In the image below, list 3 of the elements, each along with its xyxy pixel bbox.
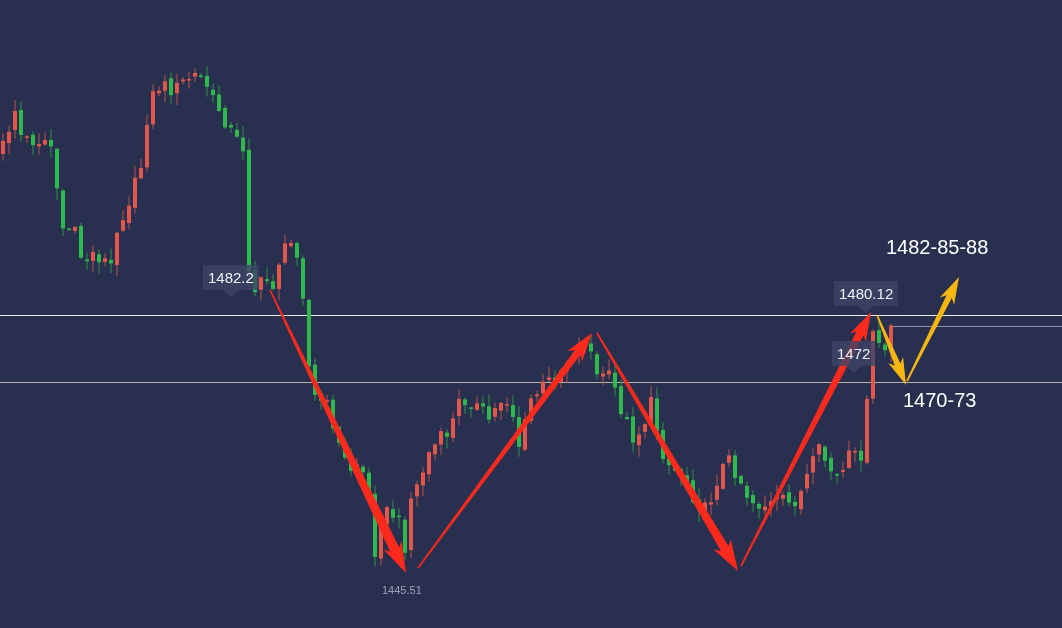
- target-price-label: 1482-85-88: [886, 235, 989, 259]
- target-price-label: 1470-73: [903, 388, 977, 412]
- low-price-label: 1445.51: [382, 583, 422, 597]
